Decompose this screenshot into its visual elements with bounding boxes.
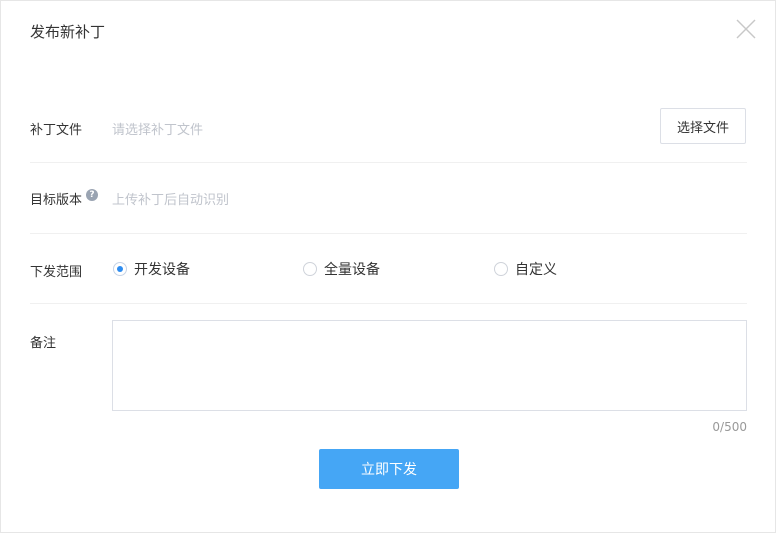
target-version-label: 目标版本 bbox=[30, 193, 83, 208]
distribution-scope-label: 下发范围 bbox=[30, 265, 83, 280]
remarks-label: 备注 bbox=[30, 336, 57, 351]
divider bbox=[30, 162, 747, 163]
radio-all-devices[interactable]: 全量设备 bbox=[303, 259, 380, 279]
character-counter: 0/500 bbox=[712, 420, 747, 434]
remarks-textarea[interactable] bbox=[112, 320, 747, 411]
radio-label: 全量设备 bbox=[324, 262, 380, 278]
dialog-title: 发布新补丁 bbox=[30, 23, 106, 41]
patch-file-placeholder: 请选择补丁文件 bbox=[112, 123, 204, 138]
close-icon[interactable] bbox=[735, 18, 757, 40]
radio-unchecked-icon bbox=[494, 262, 508, 276]
publish-patch-dialog: 发布新补丁 补丁文件 请选择补丁文件 选择文件 目标版本 ? 上传补丁后自动识别… bbox=[0, 0, 776, 533]
radio-label: 开发设备 bbox=[134, 262, 190, 278]
divider bbox=[30, 233, 747, 234]
submit-button[interactable]: 立即下发 bbox=[319, 449, 459, 489]
radio-unchecked-icon bbox=[303, 262, 317, 276]
radio-custom[interactable]: 自定义 bbox=[494, 259, 557, 279]
target-version-placeholder: 上传补丁后自动识别 bbox=[112, 193, 230, 208]
question-circle-icon[interactable]: ? bbox=[86, 189, 98, 201]
divider bbox=[30, 303, 747, 304]
radio-label: 自定义 bbox=[515, 262, 557, 278]
radio-checked-icon bbox=[113, 262, 127, 276]
radio-dev-devices[interactable]: 开发设备 bbox=[113, 259, 190, 279]
patch-file-label: 补丁文件 bbox=[30, 123, 83, 138]
select-file-button[interactable]: 选择文件 bbox=[660, 108, 746, 144]
